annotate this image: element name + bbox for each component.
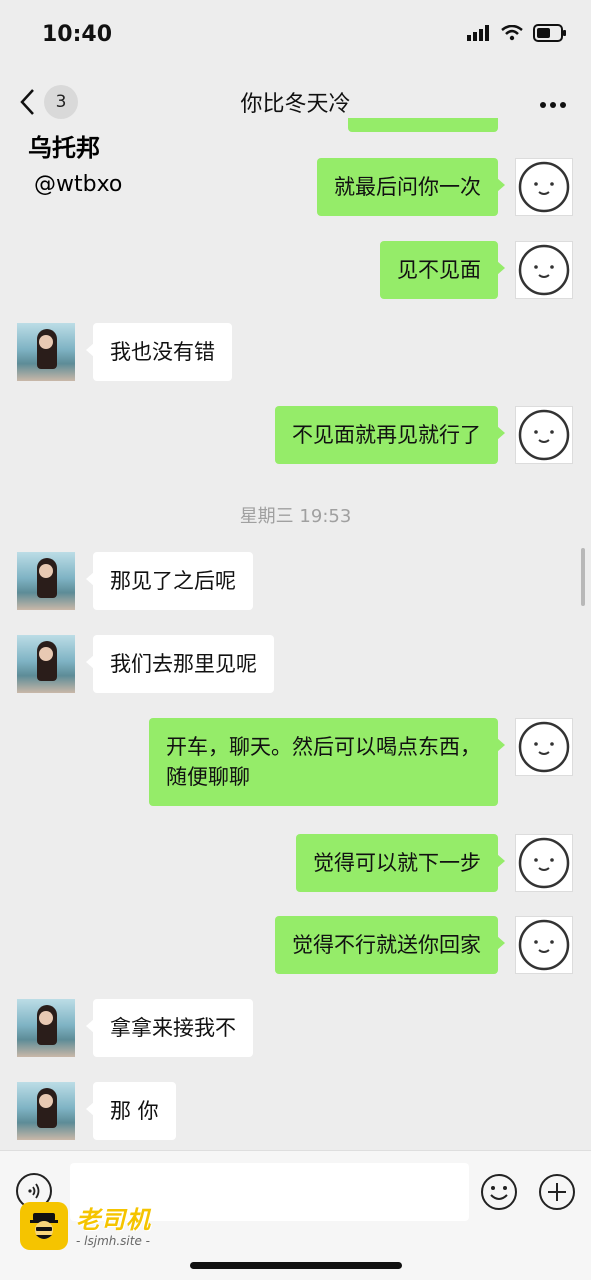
signal-icon (467, 25, 489, 41)
smiley-avatar-icon (518, 244, 570, 296)
smiley-avatar-icon (518, 721, 570, 773)
time-divider: 星期三 19:53 (239, 506, 352, 527)
message-bubble-self[interactable]: 觉得不行就送你回家 (275, 916, 505, 974)
peer-avatar[interactable] (17, 552, 75, 610)
emoji-icon (481, 1174, 517, 1210)
self-avatar[interactable] (515, 916, 573, 974)
message-bubble-self[interactable]: 不见面就再见就行了 (275, 406, 505, 464)
message-bubble-peer[interactable]: 那 你 (86, 1082, 176, 1140)
message-bubble-peer[interactable]: 那见了之后呢 (86, 552, 253, 610)
logo-icon (20, 1202, 68, 1250)
nav-bar: 3 你比冬天冷 (0, 70, 591, 132)
chat-screen: 10:40 3 你比冬天冷 乌托邦 @wtbxo 就最后问你一次 见不见面 我也… (0, 0, 591, 1280)
scrollbar[interactable] (581, 548, 585, 606)
peer-avatar[interactable] (17, 999, 75, 1057)
smiley-avatar-icon (518, 919, 570, 971)
wifi-icon (501, 25, 523, 41)
status-time: 10:40 (42, 22, 113, 47)
peer-avatar[interactable] (17, 1082, 75, 1140)
message-bubble-peer[interactable]: 拿拿来接我不 (86, 999, 253, 1057)
self-avatar[interactable] (515, 406, 573, 464)
message-bubble-self[interactable]: 觉得可以就下一步 (296, 834, 505, 892)
message-bubble-self[interactable]: 就最后问你一次 (317, 158, 505, 216)
home-indicator[interactable] (190, 1262, 402, 1269)
message-bubble-self[interactable]: 见不见面 (380, 241, 505, 299)
emoji-button[interactable] (480, 1173, 518, 1215)
self-avatar[interactable] (515, 241, 573, 299)
self-avatar[interactable] (515, 834, 573, 892)
more-button[interactable] (539, 94, 567, 113)
partial-message-bubble (348, 118, 498, 132)
self-avatar[interactable] (515, 718, 573, 776)
self-avatar[interactable] (515, 158, 573, 216)
overlay-handle: @wtbxo (34, 172, 123, 197)
status-bar: 10:40 (0, 0, 591, 70)
logo-site: - lsjmh.site - (76, 1234, 150, 1248)
message-bubble-self[interactable]: 开车，聊天。然后可以喝点东西， 随便聊聊 (149, 718, 505, 806)
battery-icon (533, 24, 566, 42)
more-icon (540, 102, 566, 108)
voice-icon (28, 1183, 40, 1199)
logo-watermark: 老司机 - lsjmh.site - (20, 1200, 180, 1260)
more-functions-button[interactable] (538, 1173, 576, 1215)
message-bubble-peer[interactable]: 我们去那里见呢 (86, 635, 274, 693)
smiley-avatar-icon (518, 161, 570, 213)
smiley-avatar-icon (518, 409, 570, 461)
peer-avatar[interactable] (17, 323, 75, 381)
status-icons (467, 24, 567, 42)
smiley-avatar-icon (518, 837, 570, 889)
overlay-name: 乌托邦 (28, 134, 100, 162)
logo-name: 老司机 (76, 1206, 151, 1234)
chat-title: 你比冬天冷 (240, 92, 351, 117)
message-bubble-peer[interactable]: 我也没有错 (86, 323, 232, 381)
plus-icon (539, 1174, 575, 1210)
peer-avatar[interactable] (17, 635, 75, 693)
